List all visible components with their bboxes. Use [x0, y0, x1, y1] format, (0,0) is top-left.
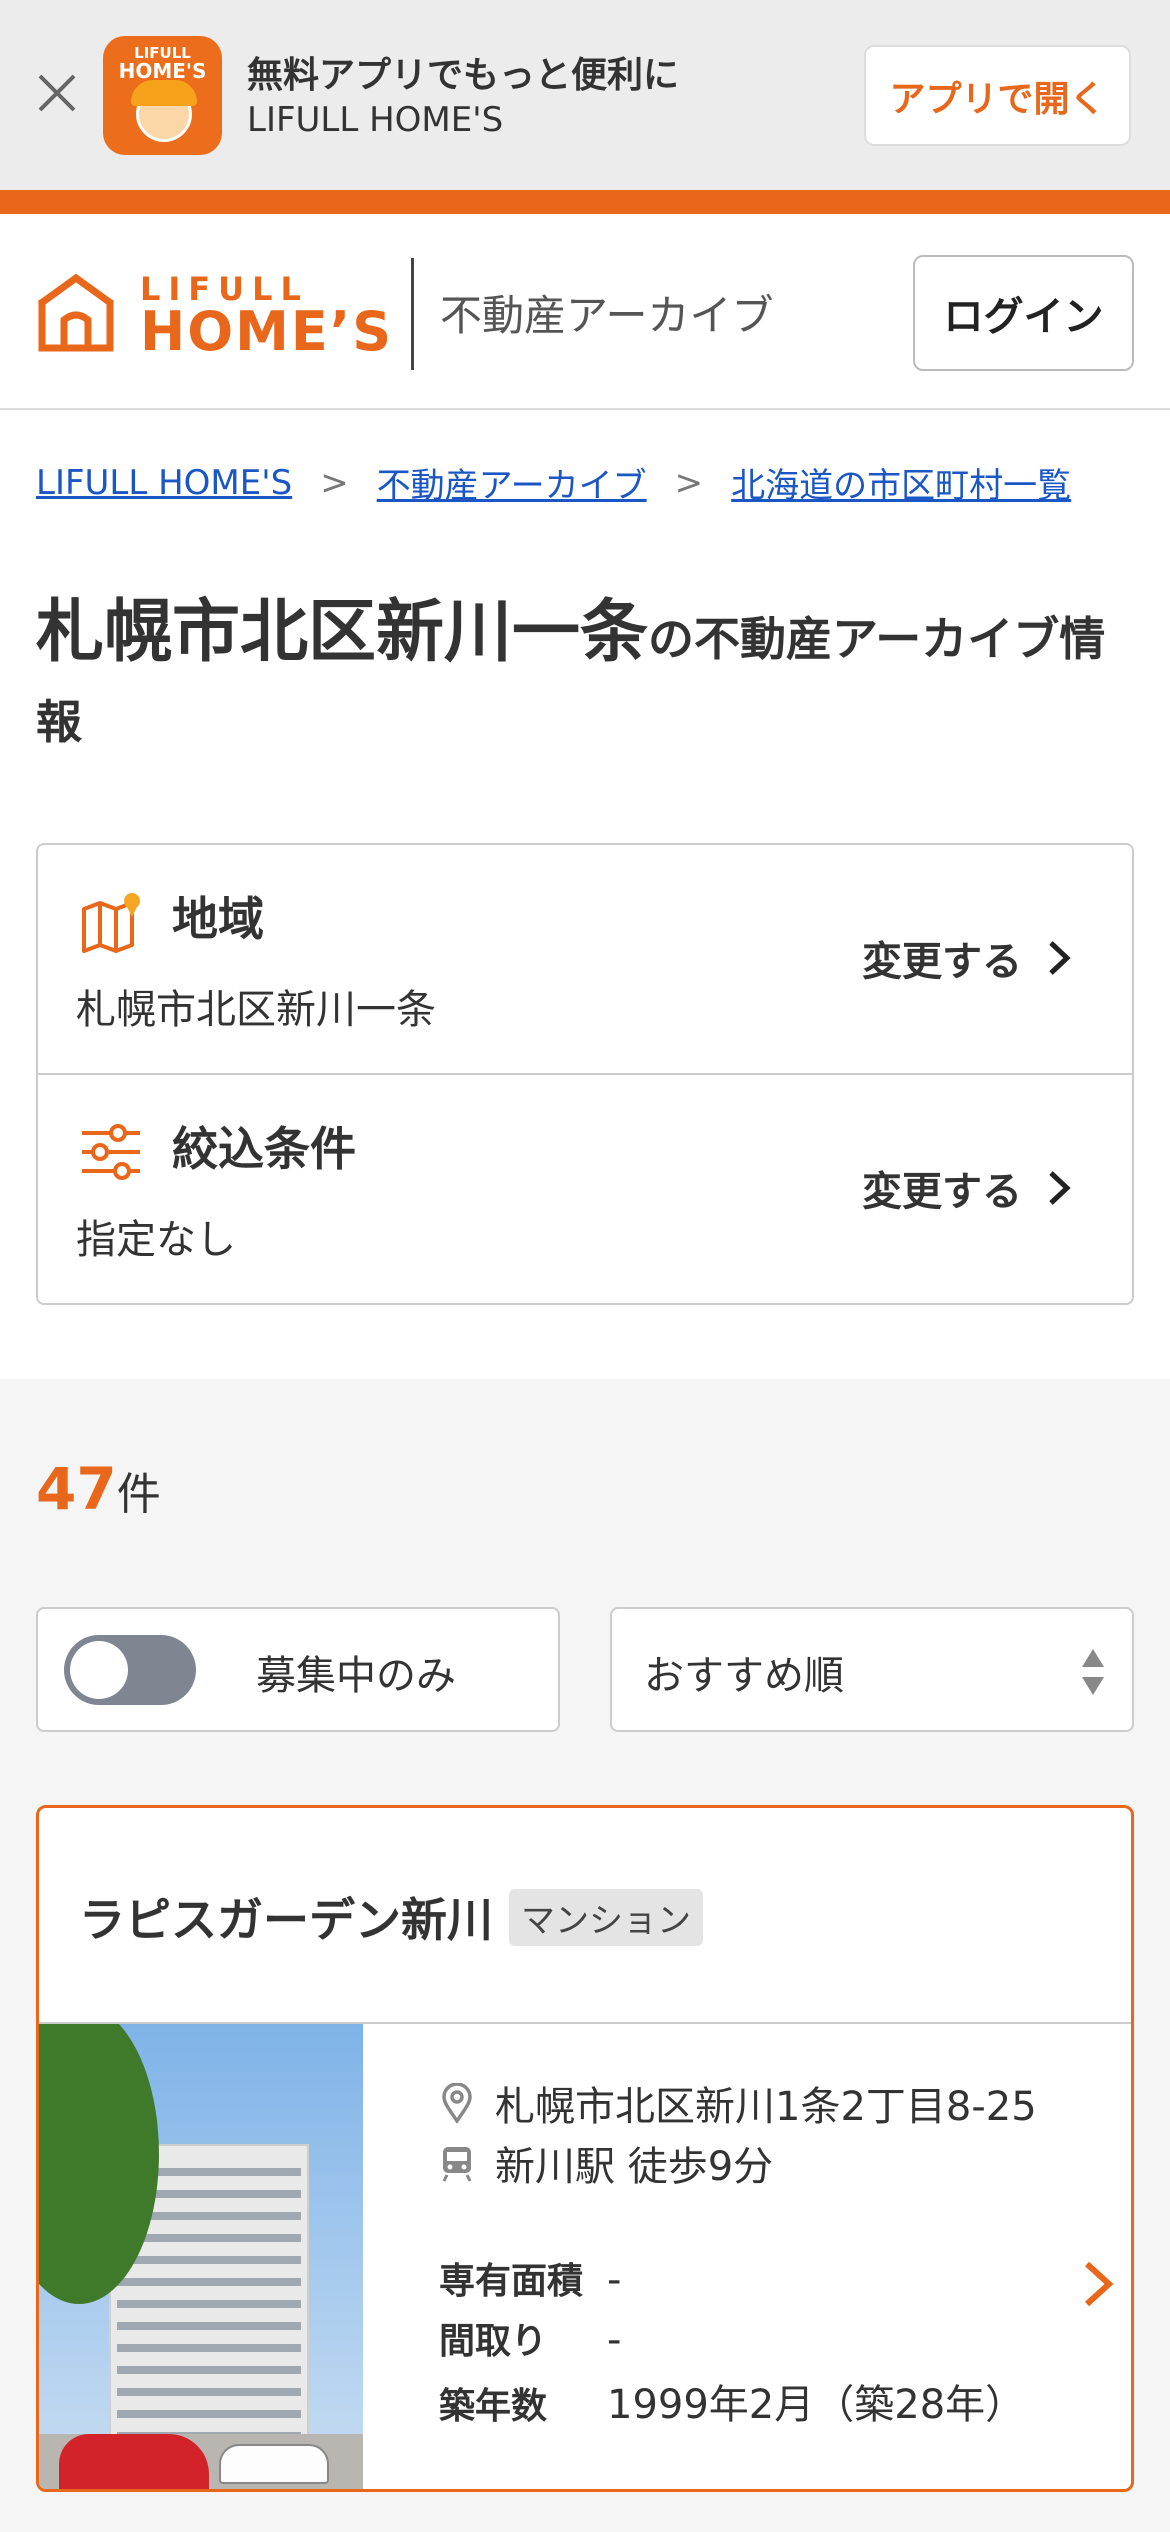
banner-subtitle: LIFULL HOME'S	[247, 100, 504, 140]
map-icon	[82, 893, 140, 953]
property-type-badge: マンション	[509, 1888, 703, 1946]
breadcrumb-separator: >	[674, 462, 704, 503]
spec-key: 専有面積	[439, 2261, 584, 2302]
property-access-row: 新川駅 徒歩9分	[439, 2134, 773, 2192]
property-access: 新川駅 徒歩9分	[495, 2144, 774, 2190]
login-button[interactable]: ログイン	[913, 255, 1134, 371]
breadcrumb-separator: >	[320, 462, 349, 503]
results-section: 47件 募集中のみ おすすめ順 ラピスガーデン新川 マンション 札幌市北区新川1…	[0, 1379, 1170, 2532]
close-icon[interactable]	[24, 60, 90, 126]
spec-key: 築年数	[439, 2386, 548, 2427]
sort-select-value: おすすめ順	[644, 1653, 844, 1699]
result-count: 47件	[36, 1455, 161, 1523]
app-icon-brand-bottom: HOME'S	[118, 59, 207, 83]
app-icon: LIFULL HOME'S	[103, 36, 222, 155]
page-title: 札幌市北区新川一条の不動産アーカイブ情報	[36, 594, 1136, 766]
breadcrumb: LIFULL HOME'S > 不動産アーカイブ > 北海道の市区町村一覧	[36, 458, 1071, 507]
property-photo[interactable]	[39, 2024, 363, 2489]
area-change-label: 変更する	[862, 939, 1022, 985]
logo-text-bottom: HOME’S	[140, 300, 394, 363]
spec-value: -	[607, 2257, 622, 2303]
select-arrows-icon	[1082, 1649, 1104, 1695]
conditions-change-label: 変更する	[862, 1169, 1022, 1215]
recruiting-only-toggle[interactable]	[64, 1635, 196, 1705]
area-change-button[interactable]: 変更する	[862, 929, 1072, 987]
banner-title: 無料アプリでもっと便利に	[247, 55, 680, 96]
chevron-right-icon	[1049, 1171, 1071, 1205]
result-count-unit: 件	[116, 1469, 161, 1520]
spec-value: 1999年2月（築28年）	[607, 2382, 1026, 2428]
accent-divider	[0, 190, 1170, 214]
breadcrumb-link-home[interactable]: LIFULL HOME'S	[36, 463, 292, 503]
toggle-knob	[70, 1641, 128, 1699]
train-icon	[442, 2147, 472, 2182]
property-card-header: ラピスガーデン新川 マンション	[39, 1808, 1131, 2024]
spec-row-area: 専有面積 -	[439, 2252, 621, 2304]
site-header: LIFULL HOME’S 不動産アーカイブ ログイン	[0, 214, 1170, 410]
page-title-main: 札幌市北区新川一条	[36, 593, 649, 672]
conditions-change-button[interactable]: 変更する	[862, 1159, 1072, 1217]
area-filter-row[interactable]: 地域 札幌市北区新川一条 変更する	[38, 845, 1132, 1075]
section-title: 不動産アーカイブ	[440, 291, 774, 340]
chevron-right-icon[interactable]	[1081, 2258, 1115, 2310]
property-address: 札幌市北区新川1条2丁目8-25	[495, 2084, 1037, 2130]
spec-row-layout: 間取り -	[439, 2312, 621, 2364]
recruiting-only-toggle-box[interactable]: 募集中のみ	[36, 1607, 560, 1732]
property-card[interactable]: ラピスガーデン新川 マンション 札幌市北区新川1条2丁目8-25 新川駅 徒歩9…	[36, 1805, 1134, 2492]
spec-key: 間取り	[439, 2321, 548, 2362]
conditions-filter-label: 絞込条件	[172, 1122, 356, 1176]
chevron-right-icon	[1049, 941, 1071, 975]
property-name[interactable]: ラピスガーデン新川 マンション	[79, 1884, 703, 1950]
property-name-text: ラピスガーデン新川	[79, 1893, 493, 1947]
area-filter-value: 札幌市北区新川一条	[76, 987, 436, 1033]
conditions-filter-row[interactable]: 絞込条件 指定なし 変更する	[38, 1075, 1132, 1305]
filter-panel: 地域 札幌市北区新川一条 変更する 絞込条件 指定なし 変更する	[36, 843, 1134, 1305]
recruiting-only-label: 募集中のみ	[256, 1653, 456, 1699]
result-count-number: 47	[36, 1455, 117, 1523]
house-logo-icon	[37, 274, 115, 352]
site-logo[interactable]: LIFULL HOME’S	[36, 264, 391, 360]
header-divider	[411, 258, 414, 370]
breadcrumb-link-hokkaido[interactable]: 北海道の市区町村一覧	[731, 458, 1071, 507]
spec-row-age: 築年数 1999年2月（築28年）	[439, 2372, 1025, 2430]
breadcrumb-link-archive[interactable]: 不動産アーカイブ	[377, 458, 647, 507]
sort-select[interactable]: おすすめ順	[610, 1607, 1134, 1732]
area-filter-label: 地域	[172, 892, 264, 946]
location-pin-icon	[442, 2083, 472, 2123]
property-info: 札幌市北区新川1条2丁目8-25 新川駅 徒歩9分 専有面積 - 間取り - 築年	[399, 2024, 1079, 2489]
app-banner: LIFULL HOME'S 無料アプリでもっと便利に LIFULL HOME'S…	[0, 0, 1170, 190]
property-address-row: 札幌市北区新川1条2丁目8-25	[439, 2074, 1037, 2132]
mascot-hat	[131, 80, 197, 106]
open-in-app-button[interactable]: アプリで開く	[864, 45, 1131, 146]
spec-value: -	[607, 2317, 622, 2363]
conditions-filter-value: 指定なし	[76, 1217, 236, 1263]
sliders-icon	[82, 1124, 140, 1180]
